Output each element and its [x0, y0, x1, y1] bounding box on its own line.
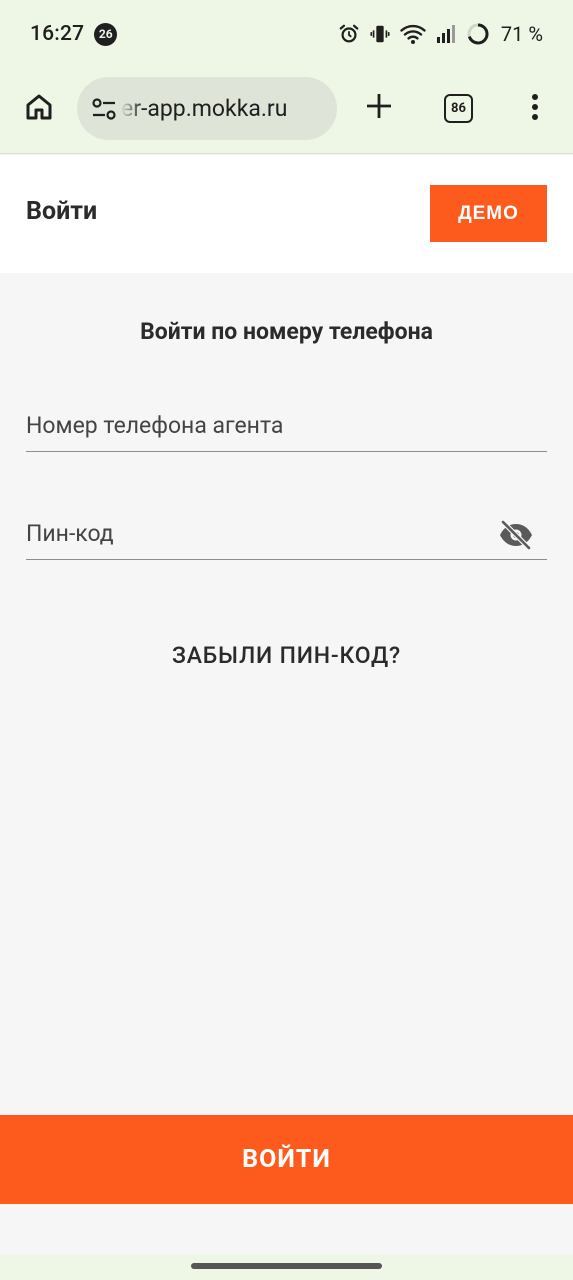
address-bar[interactable]: er-app.mokka.ru [77, 77, 337, 140]
battery-percent: 71 % [500, 22, 543, 46]
page-title: Войти [26, 197, 98, 226]
pin-field[interactable]: Пин-код [26, 500, 547, 560]
site-settings-icon[interactable] [89, 94, 119, 124]
pin-field-label: Пин-код [26, 520, 114, 547]
new-tab-button[interactable] [360, 89, 398, 127]
tab-switcher-button[interactable]: 86 [444, 94, 473, 123]
vibrate-icon [369, 23, 391, 45]
more-vert-icon [531, 93, 539, 125]
phone-field[interactable]: Номер телефона агента [26, 392, 547, 452]
forgot-pin-link[interactable]: ЗАБЫЛИ ПИН-КОД? [0, 642, 573, 669]
login-submit-button[interactable]: ВОЙТИ [0, 1115, 573, 1204]
eye-off-icon[interactable] [497, 518, 535, 552]
alarm-icon [338, 23, 360, 45]
login-subtitle: Войти по номеру телефона [140, 318, 433, 345]
signal-icon [435, 24, 457, 44]
notification-count-badge: 26 [94, 22, 118, 46]
demo-button[interactable]: ДЕМО [430, 185, 547, 242]
url-text: er-app.mokka.ru [121, 95, 288, 122]
gesture-nav-bar [0, 1254, 573, 1280]
phone-field-label: Номер телефона агента [26, 412, 284, 439]
gesture-handle[interactable] [191, 1263, 382, 1269]
browser-menu-button[interactable] [520, 90, 550, 128]
app-header: Войти ДЕМО [0, 155, 573, 273]
browser-toolbar: er-app.mokka.ru 86 [0, 68, 573, 154]
battery-icon [466, 22, 490, 46]
plus-icon [365, 92, 393, 124]
status-icons: 71 % [338, 22, 543, 46]
home-button[interactable] [20, 90, 58, 128]
wifi-icon [400, 23, 426, 45]
status-time: 16:27 [30, 22, 85, 46]
status-bar: 16:27 26 71 % [0, 0, 573, 68]
home-icon [23, 91, 55, 127]
